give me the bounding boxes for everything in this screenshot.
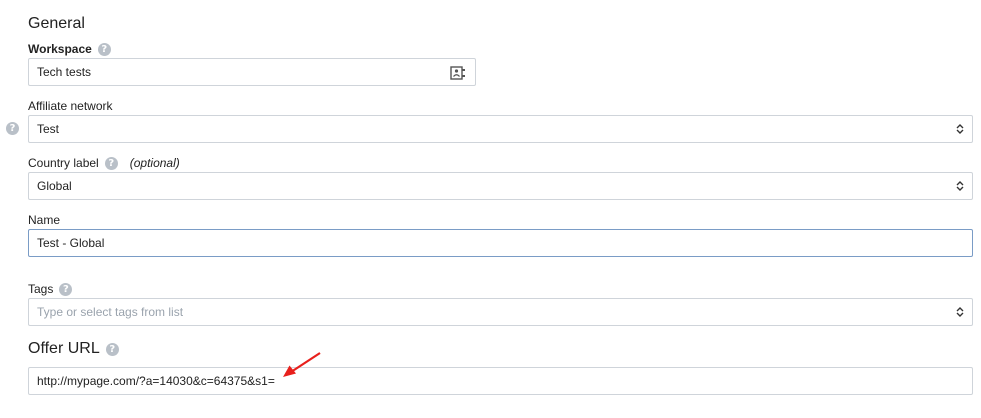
affiliate-network-value: Test	[37, 122, 60, 136]
annotation-arrow-icon	[283, 352, 321, 377]
offer-url-title-row: Offer URL ?	[28, 340, 119, 358]
tags-select[interactable]: Type or select tags from list	[28, 298, 973, 326]
help-icon[interactable]: ?	[97, 42, 111, 56]
optional-hint: (optional)	[129, 156, 180, 170]
help-icon[interactable]: ?	[105, 342, 119, 356]
contact-card-icon[interactable]	[450, 66, 466, 80]
name-label: Name	[28, 213, 61, 227]
workspace-label-row: Workspace ?	[28, 42, 111, 56]
help-icon[interactable]: ?	[104, 156, 118, 170]
offer-url-value: http://mypage.com/?a=14030&c=64375&s1=	[37, 374, 275, 388]
name-input[interactable]: Test - Global	[28, 229, 973, 257]
country-label-row: Country label ? (optional)	[28, 156, 180, 170]
section-title-general: General	[28, 15, 85, 32]
workspace-field[interactable]: Tech tests	[28, 58, 476, 86]
workspace-label: Workspace	[28, 42, 92, 56]
help-icon[interactable]: ?	[59, 282, 73, 296]
affiliate-network-select[interactable]: Test	[28, 115, 973, 143]
tags-placeholder: Type or select tags from list	[37, 305, 184, 319]
workspace-value: Tech tests	[37, 65, 92, 79]
offer-url-title: Offer URL	[28, 340, 100, 357]
select-caret-icon	[956, 124, 964, 134]
tags-label-row: Tags ?	[28, 282, 73, 296]
select-caret-icon	[956, 307, 964, 317]
offer-url-input[interactable]: http://mypage.com/?a=14030&c=64375&s1=	[28, 367, 973, 395]
name-value: Test - Global	[37, 236, 105, 250]
select-caret-icon	[956, 181, 964, 191]
country-label-value: Global	[37, 179, 72, 193]
country-label-label: Country label	[28, 156, 99, 170]
affiliate-network-label: Affiliate network	[28, 99, 113, 113]
country-label-select[interactable]: Global	[28, 172, 973, 200]
tags-label: Tags	[28, 282, 54, 296]
affiliate-network-help-icon[interactable]: ?	[6, 122, 19, 135]
